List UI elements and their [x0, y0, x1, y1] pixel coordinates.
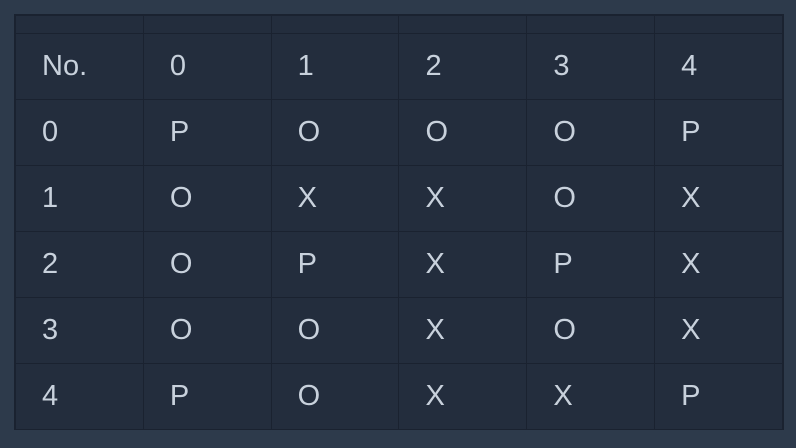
grid-cell: P: [654, 363, 783, 430]
grid-cell: X: [654, 297, 783, 364]
grid-cell: X: [398, 165, 528, 232]
table-row: 4 P O X X P: [15, 363, 783, 430]
grid-cell: O: [398, 99, 528, 166]
grid-cell: O: [270, 363, 400, 430]
spacer-cell: [270, 15, 400, 34]
grid-cell: O: [142, 165, 272, 232]
grid-cell: X: [270, 165, 400, 232]
header-cell: 2: [398, 33, 528, 100]
header-cell: 4: [654, 33, 783, 100]
grid-cell: X: [398, 231, 528, 298]
grid-cell: P: [526, 231, 656, 298]
row-index-cell: 1: [15, 165, 144, 232]
row-index-cell: 0: [15, 99, 144, 166]
spacer-row: [15, 15, 783, 34]
header-row: No. 0 1 2 3 4: [15, 33, 783, 100]
spacer-cell: [526, 15, 656, 34]
grid-cell: O: [526, 99, 656, 166]
table-row: 3 O O X O X: [15, 297, 783, 364]
grid-cell: P: [142, 99, 272, 166]
table-row: 1 O X X O X: [15, 165, 783, 232]
grid-cell: O: [526, 297, 656, 364]
table-row: 2 O P X P X: [15, 231, 783, 298]
header-cell: 1: [270, 33, 400, 100]
grid-table: No. 0 1 2 3 4 0 P O O O P 1 O X X O X 2 …: [15, 15, 783, 430]
grid-cell: X: [654, 231, 783, 298]
grid-cell: X: [398, 363, 528, 430]
table-row: 0 P O O O P: [15, 99, 783, 166]
grid-cell: O: [270, 99, 400, 166]
spacer-cell: [142, 15, 272, 34]
grid-cell: X: [398, 297, 528, 364]
row-index-cell: 4: [15, 363, 144, 430]
grid-cell: P: [270, 231, 400, 298]
row-index-cell: 3: [15, 297, 144, 364]
grid-cell: O: [526, 165, 656, 232]
spacer-cell: [398, 15, 528, 34]
grid-cell: P: [142, 363, 272, 430]
grid-cell: O: [270, 297, 400, 364]
grid-cell: P: [654, 99, 783, 166]
grid-cell: X: [654, 165, 783, 232]
row-index-cell: 2: [15, 231, 144, 298]
spacer-cell: [654, 15, 783, 34]
grid-cell: O: [142, 231, 272, 298]
header-cell: 0: [142, 33, 272, 100]
header-cell: 3: [526, 33, 656, 100]
spacer-cell: [15, 15, 144, 34]
grid-cell: O: [142, 297, 272, 364]
header-cell: No.: [15, 33, 144, 100]
grid-cell: X: [526, 363, 656, 430]
grid-table-container: No. 0 1 2 3 4 0 P O O O P 1 O X X O X 2 …: [14, 14, 784, 430]
